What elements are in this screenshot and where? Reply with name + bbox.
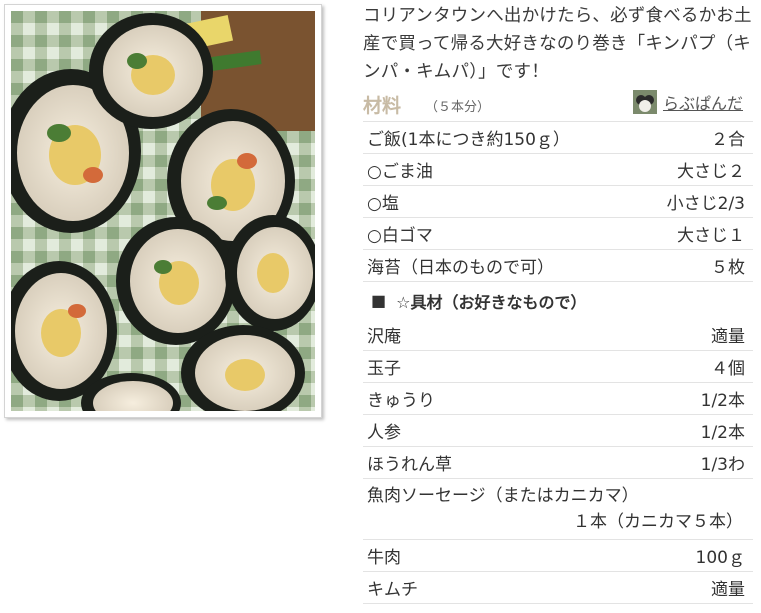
square-bullet-icon: ■ (371, 291, 387, 310)
fillings-section-header: ■ ☆具材（お好きなもので） (363, 282, 753, 319)
filling-row-sausage: 魚肉ソーセージ（またはカニカマ） １本（カニカマ５本） (363, 479, 753, 540)
filling-name: 牛肉 (367, 548, 401, 568)
filling-row: ほうれん草 1/3わ (363, 447, 753, 479)
fillings-section-title: ☆具材（お好きなもので） (396, 292, 587, 312)
recipe-intro: コリアンタウンへ出かけたら、必ず食べるかお土産で買って帰る大好きなのり巻き「キン… (363, 6, 752, 82)
recipe-panel: コリアンタウンへ出かけたら、必ず食べるかお土産で買って帰る大好きなのり巻き「キン… (363, 0, 753, 604)
ingredient-row: 海苔（日本のもので可） ５枚 (363, 250, 753, 282)
ingredient-amount: 大さじ１ (677, 226, 745, 246)
filling-row: キムチ 適量 (363, 572, 753, 604)
filling-row: 玉子 ４個 (363, 351, 753, 383)
ingredient-amount: ２合 (711, 130, 745, 150)
ingredient-name: ○ごま油 (367, 162, 433, 182)
filling-amount: ４個 (711, 359, 745, 379)
filling-amount: 1/2本 (700, 423, 745, 443)
filling-amount: 適量 (711, 327, 745, 347)
kimbap-photo (11, 11, 315, 411)
ingredient-row: ○塩 小さじ2/3 (363, 186, 753, 218)
materials-title: 材料 (363, 95, 402, 117)
filling-name: 人参 (367, 423, 401, 443)
ingredient-row: ○ごま油 大さじ２ (363, 154, 753, 186)
filling-row: 牛肉 100ｇ (363, 540, 753, 572)
filling-amount: 1/2本 (700, 391, 745, 411)
author-link[interactable]: らぶぱんだ (632, 90, 743, 114)
filling-name: 魚肉ソーセージ（またはカニカマ） (367, 486, 639, 506)
ingredient-name: ○塩 (367, 194, 399, 214)
filling-amount: 適量 (711, 580, 745, 600)
filling-name: 沢庵 (367, 327, 401, 347)
filling-row: 沢庵 適量 (363, 319, 753, 351)
ingredient-row: ご飯(1本につき約150ｇ） ２合 (363, 122, 753, 154)
recipe-photo-frame (4, 4, 322, 418)
materials-header: 材料 （５本分） らぶぱんだ (363, 88, 753, 122)
filling-name: きゅうり (367, 391, 435, 411)
ingredient-amount: 大さじ２ (677, 162, 745, 182)
filling-row: 人参 1/2本 (363, 415, 753, 447)
ingredient-name: ご飯(1本につき約150ｇ） (367, 130, 570, 150)
filling-amount: 1/3わ (700, 455, 745, 475)
ingredient-amount: ５枚 (711, 258, 745, 278)
filling-name: ほうれん草 (367, 455, 452, 475)
ingredient-amount: 小さじ2/3 (666, 194, 745, 214)
filling-row: きゅうり 1/2本 (363, 383, 753, 415)
ingredient-list: ご飯(1本につき約150ｇ） ２合 ○ごま油 大さじ２ ○塩 小さじ2/3 ○白… (363, 122, 753, 282)
ingredient-name: 海苔（日本のもので可） (367, 258, 554, 278)
filling-amount: 100ｇ (695, 548, 745, 568)
author-avatar-icon[interactable] (632, 90, 657, 114)
author-name[interactable]: らぶぱんだ (663, 90, 743, 114)
materials-servings: （５本分） (425, 100, 491, 115)
filling-name: 玉子 (367, 359, 401, 379)
ingredient-row: ○白ゴマ 大さじ１ (363, 218, 753, 250)
filling-name: キムチ (367, 580, 418, 600)
filling-amount: １本（カニカマ５本） (573, 512, 743, 532)
fillings-list: 沢庵 適量 玉子 ４個 きゅうり 1/2本 人参 1/2本 ほうれん草 1/3わ… (363, 319, 753, 604)
ingredient-name: ○白ゴマ (367, 226, 433, 246)
